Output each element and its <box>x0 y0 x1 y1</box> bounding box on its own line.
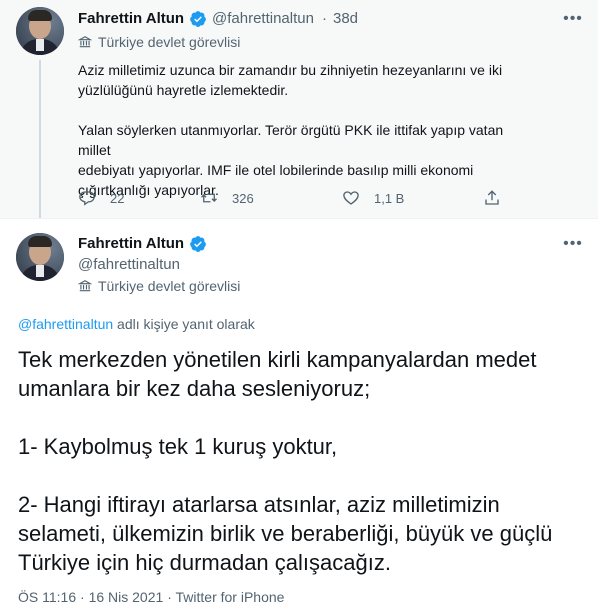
heart-icon <box>343 191 359 205</box>
tweet-time-ago[interactable]: 38d <box>333 10 358 27</box>
government-building-icon <box>78 36 92 48</box>
reply-count: 22 <box>110 190 125 206</box>
tweet-text-line: umanlara bir kez daha sesleniyoruz; <box>18 376 371 401</box>
parent-tweet-text: Aziz milletimiz uzunca bir zamandır bu z… <box>78 60 538 200</box>
reply-icon <box>79 191 95 206</box>
parent-text-line: yüzlülüğünü hayretle izlemektedir. <box>78 82 289 98</box>
replying-to-handle-link[interactable]: @fahrettinaltun <box>18 316 113 332</box>
avatar[interactable] <box>16 7 64 55</box>
parent-tweet[interactable]: Fahrettin Altun @fahrettinaltun · 38d ••… <box>0 0 598 218</box>
like-count: 1,1 B <box>374 190 405 206</box>
verified-badge-icon <box>190 236 206 252</box>
retweet-icon <box>201 193 217 203</box>
retweet-button[interactable]: 326 <box>200 189 254 207</box>
verified-badge-icon <box>190 11 206 27</box>
meta-separator: · <box>80 589 85 605</box>
government-label[interactable]: Türkiye devlet görevlisi <box>78 34 240 50</box>
meta-separator: · <box>167 589 172 605</box>
tweet-text-line: 1- Kaybolmuş tek 1 kuruş yoktur, <box>18 434 338 459</box>
avatar[interactable] <box>16 233 64 281</box>
divider <box>0 218 598 219</box>
parent-text-line: Aziz milletimiz uzunca bir zamandır bu z… <box>78 62 503 78</box>
parent-text-line: Yalan söylerken utanmıyorlar. Terör örgü… <box>78 122 504 158</box>
government-label-text: Türkiye devlet görevlisi <box>98 34 241 50</box>
parent-text-line: edebiyatı yapıyorlar. IMF ile otel lobil… <box>78 162 474 178</box>
government-label-text: Türkiye devlet görevlisi <box>98 278 241 294</box>
share-icon <box>485 190 499 205</box>
tweet-meta: ÖS 11:16 · 16 Nis 2021 · Twitter for iPh… <box>18 589 284 605</box>
tweet-date[interactable]: 16 Nis 2021 <box>89 589 164 605</box>
retweet-count: 326 <box>232 190 254 206</box>
parent-action-bar: 22 326 1,1 B <box>78 189 518 209</box>
tweet-text-line: 2- Hangi iftirayı atarlarsa atsınlar, az… <box>18 492 500 517</box>
thread-connector-line <box>39 60 41 218</box>
tweet-source[interactable]: Twitter for iPhone <box>176 589 285 605</box>
author-handle[interactable]: @fahrettinaltun <box>212 10 314 27</box>
more-options-icon[interactable]: ••• <box>563 234 583 254</box>
replying-to-suffix: adlı kişiye yanıt olarak <box>113 316 255 332</box>
author-handle[interactable]: @fahrettinaltun <box>78 256 180 273</box>
tweet-text-line: Türkiye için hiç durmadan çalışacağız. <box>18 550 391 575</box>
share-button[interactable] <box>483 189 515 207</box>
reply-button[interactable]: 22 <box>78 189 124 207</box>
author-name[interactable]: Fahrettin Altun <box>78 235 184 252</box>
government-label[interactable]: Türkiye devlet görevlisi <box>78 278 240 294</box>
tweet-text: Tek merkezden yönetilen kirli kampanyala… <box>18 345 588 577</box>
tweet-text-line: selameti, ülkemizin birlik ve beraberliğ… <box>18 521 553 546</box>
tweet-time[interactable]: ÖS 11:16 <box>18 589 76 605</box>
dot-separator: · <box>322 10 327 27</box>
like-button[interactable]: 1,1 B <box>342 189 404 207</box>
author-name[interactable]: Fahrettin Altun <box>78 10 184 27</box>
replying-to: @fahrettinaltun adlı kişiye yanıt olarak <box>18 316 255 332</box>
more-options-icon[interactable]: ••• <box>563 9 583 29</box>
government-building-icon <box>78 280 92 292</box>
tweet-text-line: Tek merkezden yönetilen kirli kampanyala… <box>18 347 537 372</box>
